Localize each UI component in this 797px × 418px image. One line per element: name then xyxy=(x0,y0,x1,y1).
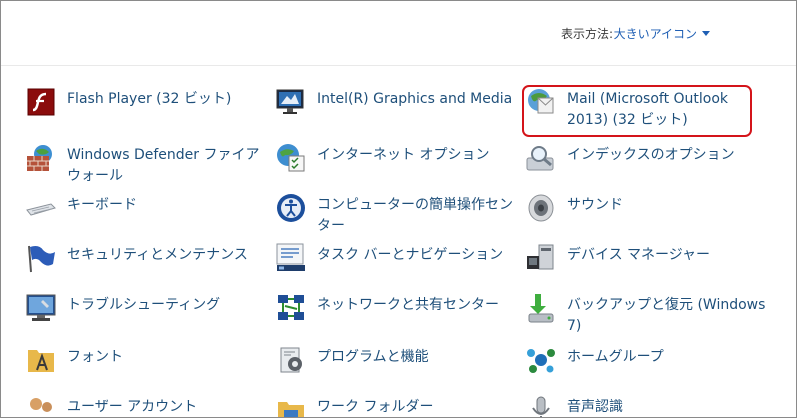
work-folders-icon xyxy=(278,402,304,417)
item-label: 音声認識 xyxy=(567,399,623,415)
chevron-down-icon xyxy=(702,31,710,36)
item-taskbar-navigation[interactable]: タスク バーとナビゲーション xyxy=(275,241,515,285)
view-by-dropdown[interactable]: 大きいアイコン xyxy=(614,25,710,42)
item-homegroup[interactable]: ホームグループ xyxy=(525,343,765,387)
item-label: コンピューターの簡単操作センター xyxy=(317,197,513,234)
view-toolbar: 表示方法: 大きいアイコン xyxy=(1,1,796,66)
item-internet-options[interactable]: インターネット オプション xyxy=(275,141,515,185)
item-sound[interactable]: サウンド xyxy=(525,191,765,235)
item-label: ワーク フォルダー xyxy=(317,399,434,415)
mail-highlight-box xyxy=(522,85,752,137)
item-ease-of-access[interactable]: コンピューターの簡単操作センター xyxy=(275,191,515,235)
item-troubleshooting[interactable]: トラブルシューティング xyxy=(25,291,265,335)
item-label: トラブルシューティング xyxy=(67,297,221,313)
item-backup-restore[interactable]: バックアップと復元 (Windows 7) xyxy=(525,291,765,335)
item-user-accounts[interactable]: ユーザー アカウント xyxy=(25,393,265,417)
security-flag-icon xyxy=(28,245,55,273)
item-windows-defender-firewall[interactable]: Windows Defender ファイアウォール xyxy=(25,141,265,185)
item-label: インターネット オプション xyxy=(317,147,490,163)
item-label: サウンド xyxy=(567,197,623,213)
intel-graphics-icon xyxy=(276,89,304,114)
speech-recognition-icon xyxy=(532,396,550,417)
item-work-folders[interactable]: ワーク フォルダー xyxy=(275,393,515,417)
internet-options-icon xyxy=(277,144,305,172)
flash-player-icon xyxy=(27,88,55,116)
item-label: Intel(R) Graphics and Media xyxy=(317,91,513,107)
sound-icon xyxy=(528,194,554,222)
item-label: デバイス マネージャー xyxy=(567,247,711,263)
item-device-manager[interactable]: デバイス マネージャー xyxy=(525,241,765,285)
control-panel-window: 表示方法: 大きいアイコン Flash Player (32 ビット) Inte… xyxy=(0,0,797,418)
item-label: インデックスのオプション xyxy=(567,147,735,163)
item-security-maintenance[interactable]: セキュリティとメンテナンス xyxy=(25,241,265,285)
item-indexing-options[interactable]: インデックスのオプション xyxy=(525,141,765,185)
indexing-options-icon xyxy=(526,146,554,171)
item-flash-player[interactable]: Flash Player (32 ビット) xyxy=(25,85,265,129)
item-label: キーボード xyxy=(67,197,137,213)
ease-of-access-icon xyxy=(277,194,305,222)
item-programs-features[interactable]: プログラムと機能 xyxy=(275,343,515,387)
troubleshooting-icon xyxy=(26,294,56,321)
keyboard-icon xyxy=(26,203,56,216)
backup-restore-icon xyxy=(528,294,554,323)
firewall-icon xyxy=(27,145,52,171)
item-label: プログラムと機能 xyxy=(317,349,429,365)
item-keyboard[interactable]: キーボード xyxy=(25,191,265,235)
item-label: ホームグループ xyxy=(567,349,664,365)
network-sharing-icon xyxy=(278,295,304,320)
item-label: タスク バーとナビゲーション xyxy=(317,247,504,263)
item-label: ユーザー アカウント xyxy=(67,399,198,415)
homegroup-icon xyxy=(527,349,555,373)
item-label: Windows Defender ファイアウォール xyxy=(67,147,260,184)
item-network-sharing-center[interactable]: ネットワークと共有センター xyxy=(275,291,515,335)
device-manager-icon xyxy=(527,244,554,270)
item-label: フォント xyxy=(67,349,123,365)
item-fonts[interactable]: フォント xyxy=(25,343,265,387)
item-speech-recognition[interactable]: 音声認識 xyxy=(525,393,765,417)
taskbar-icon xyxy=(276,243,305,271)
item-label: Flash Player (32 ビット) xyxy=(67,91,232,107)
fonts-icon xyxy=(28,350,54,372)
item-label: バックアップと復元 (Windows 7) xyxy=(567,297,766,334)
view-by-value: 大きいアイコン xyxy=(613,27,697,41)
view-by-label: 表示方法: xyxy=(560,27,613,41)
item-intel-graphics[interactable]: Intel(R) Graphics and Media xyxy=(275,85,515,129)
item-label: ネットワークと共有センター xyxy=(317,297,499,313)
item-label: セキュリティとメンテナンス xyxy=(67,247,248,263)
programs-features-icon xyxy=(280,347,302,373)
user-accounts-icon xyxy=(30,398,52,412)
